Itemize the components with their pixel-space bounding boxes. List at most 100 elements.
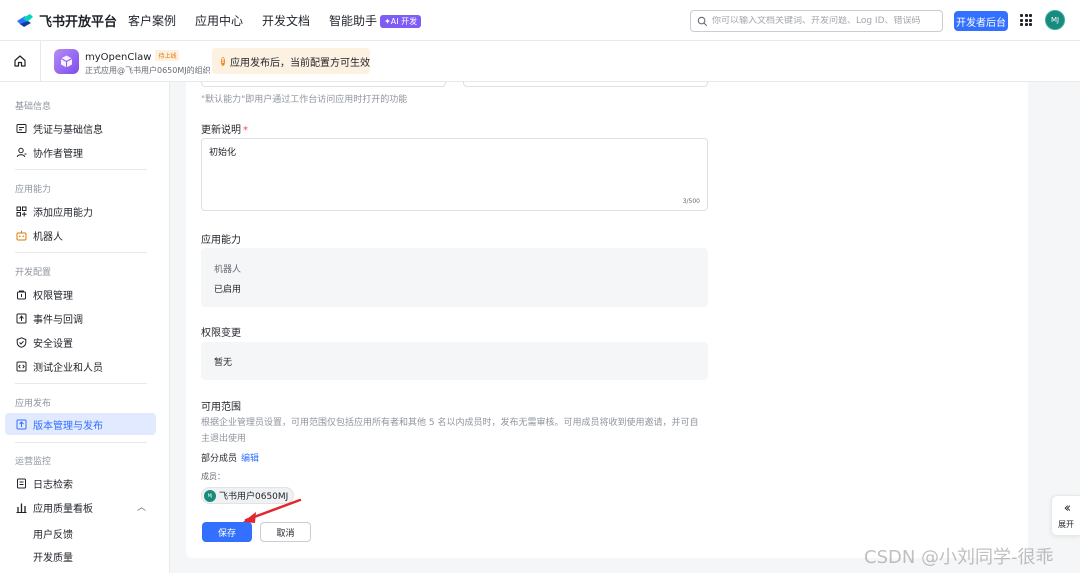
home-icon[interactable] — [13, 54, 27, 68]
sidebar-item-collaborators[interactable]: 协作者管理 — [5, 141, 156, 163]
sidebar-divider — [15, 442, 147, 443]
sidebar-item-label: 应用质量看板 — [33, 503, 93, 515]
publish-notice: ! 应用发布后，当前配置方可生效 — [212, 48, 370, 74]
version-form-card: "默认能力"即用户通过工作台访问应用时打开的功能 更新说明 * 初始化 3/500… — [186, 81, 1028, 558]
sidebar-item-quality[interactable]: 应用质量看板 — [5, 496, 156, 518]
sidebar-divider — [15, 383, 147, 384]
group-app-release: 应用发布 — [15, 399, 52, 409]
group-ops-monitor: 运营监控 — [15, 457, 52, 467]
sidebar-item-events[interactable]: 事件与回调 — [5, 307, 156, 329]
developer-console-button[interactable]: 开发者后台 — [954, 11, 1008, 31]
cube-icon — [60, 55, 73, 68]
status-badge: 待上线 — [155, 50, 180, 61]
nav-ai-assistant[interactable]: 智能助手 ✦AI 开发 — [329, 12, 422, 29]
scope-description: 根据企业管理员设置，可用范围仅包括应用所有者和其他 5 名以内成员时，发布无需审… — [201, 418, 699, 444]
chevron-up-icon[interactable]: ︿ — [137, 500, 146, 513]
nav-dev-docs[interactable]: 开发文档 — [262, 12, 310, 29]
sidebar-item-logs[interactable]: 日志检索 — [5, 472, 156, 494]
sidebar-item-label: 添加应用能力 — [33, 207, 93, 219]
sidebar-item-test-org[interactable]: 测试企业和人员 — [5, 355, 156, 377]
update-notes-value: 初始化 — [209, 148, 237, 158]
sidebar-item-version[interactable]: 版本管理与发布 — [5, 413, 156, 435]
sidebar-item-bot[interactable]: 机器人 — [5, 224, 156, 246]
sidebar-item-label: 事件与回调 — [33, 314, 83, 326]
app-name: myOpenClaw 待上线 — [85, 50, 180, 63]
sidebar-item-label: 凭证与基础信息 — [33, 124, 103, 136]
sidebar-item-label: 日志检索 — [33, 479, 73, 491]
nav-ai-assistant-label: 智能助手 — [329, 13, 378, 28]
expand-panel-button[interactable]: ‹‹ 展开 — [1051, 495, 1080, 536]
sidebar-item-dev-quality[interactable]: 开发质量 — [33, 549, 73, 564]
header-divider — [40, 41, 41, 82]
app-org-subtitle: 正式应用@飞书用户0650MJ的组织 — [85, 66, 211, 75]
members-label: 成员： — [201, 472, 225, 481]
annotation-arrow-icon — [243, 498, 302, 523]
update-notes-textarea[interactable]: 初始化 3/500 — [201, 138, 708, 211]
brand-name: 飞书开放平台 — [39, 14, 118, 30]
nav-app-center[interactable]: 应用中心 — [195, 12, 243, 29]
search-box — [690, 10, 943, 32]
lock-icon — [16, 289, 27, 300]
capability-name: 机器人 — [214, 265, 242, 275]
permission-change-value: 暂无 — [214, 358, 233, 368]
sidebar-item-feedback[interactable]: 用户反馈 — [33, 526, 73, 541]
search-input[interactable] — [712, 16, 937, 26]
grid-plus-icon — [16, 206, 27, 217]
sidebar-item-security[interactable]: 安全设置 — [5, 331, 156, 353]
sidebar-item-label: 安全设置 — [33, 338, 73, 350]
capability-status: 已启用 — [214, 285, 242, 295]
sidebar-divider — [15, 252, 147, 253]
publish-notice-text: 应用发布后，当前配置方可生效 — [230, 57, 370, 69]
document-icon — [16, 478, 27, 489]
watermark: CSDN @小刘同学-很乖 — [864, 547, 1054, 568]
feishu-logo-icon — [17, 14, 33, 27]
app-name-text: myOpenClaw — [85, 52, 152, 63]
warning-icon: ! — [221, 56, 225, 66]
default-capability-select-2[interactable] — [463, 81, 708, 87]
sidebar-item-label: 协作者管理 — [33, 148, 83, 160]
required-mark: * — [243, 125, 248, 136]
default-capability-select[interactable] — [201, 81, 446, 87]
sidebar-item-credentials[interactable]: 凭证与基础信息 — [5, 117, 156, 139]
event-icon — [16, 313, 27, 324]
user-icon — [16, 147, 27, 158]
nav-customer-cases[interactable]: 客户案例 — [128, 12, 176, 29]
group-app-capability: 应用能力 — [15, 185, 52, 195]
permission-change-box: 暂无 — [201, 342, 708, 380]
app-grid-icon[interactable] — [1020, 14, 1032, 26]
default-capability-desc: "默认能力"即用户通过工作台访问应用时打开的功能 — [201, 95, 408, 105]
group-dev-config: 开发配置 — [15, 268, 52, 278]
search-icon — [697, 16, 708, 26]
top-navigation: 飞书开放平台 客户案例 应用中心 开发文档 智能助手✦AI 开发 开发者后台 M… — [0, 0, 1080, 41]
app-icon — [54, 49, 79, 74]
update-notes-label-text: 更新说明 — [201, 125, 241, 136]
shield-icon — [16, 336, 27, 348]
sidebar-divider — [15, 169, 147, 170]
sidebar-item-label: 机器人 — [33, 231, 63, 243]
sidebar-item-label: 版本管理与发布 — [33, 420, 103, 432]
sidebar-item-label: 测试企业和人员 — [33, 362, 103, 374]
capability-box: 机器人 已启用 — [201, 248, 708, 307]
robot-icon — [16, 230, 27, 241]
update-notes-label: 更新说明 * — [201, 121, 248, 136]
sidebar-item-add-capability[interactable]: 添加应用能力 — [5, 200, 156, 222]
app-header: myOpenClaw 待上线 正式应用@飞书用户0650MJ的组织 — [0, 41, 1080, 82]
sidebar-item-label: 权限管理 — [33, 290, 73, 302]
upload-icon — [16, 419, 27, 430]
expand-label: 展开 — [1058, 519, 1074, 529]
capability-label: 应用能力 — [201, 235, 241, 246]
sidebar: 基础信息 凭证与基础信息 协作者管理 应用能力 添加应用能力 机器人 开发配置 … — [0, 82, 170, 573]
scope-label: 可用范围 — [201, 402, 241, 413]
sidebar-item-permissions[interactable]: 权限管理 — [5, 283, 156, 305]
bar-chart-icon — [16, 502, 27, 513]
id-card-icon — [16, 123, 27, 134]
user-avatar[interactable]: MJ — [1045, 10, 1065, 30]
brand-logo[interactable]: 飞书开放平台 — [16, 11, 128, 30]
ai-dev-badge: ✦AI 开发 — [380, 14, 422, 28]
member-avatar: MJ — [204, 489, 216, 502]
double-chevron-left-icon: ‹‹ — [1063, 500, 1072, 516]
edit-members-link[interactable]: 编辑 — [241, 454, 259, 464]
char-count: 3/500 — [682, 198, 700, 205]
partial-members-text: 部分成员 — [201, 454, 238, 464]
group-basic-info: 基础信息 — [15, 102, 52, 112]
